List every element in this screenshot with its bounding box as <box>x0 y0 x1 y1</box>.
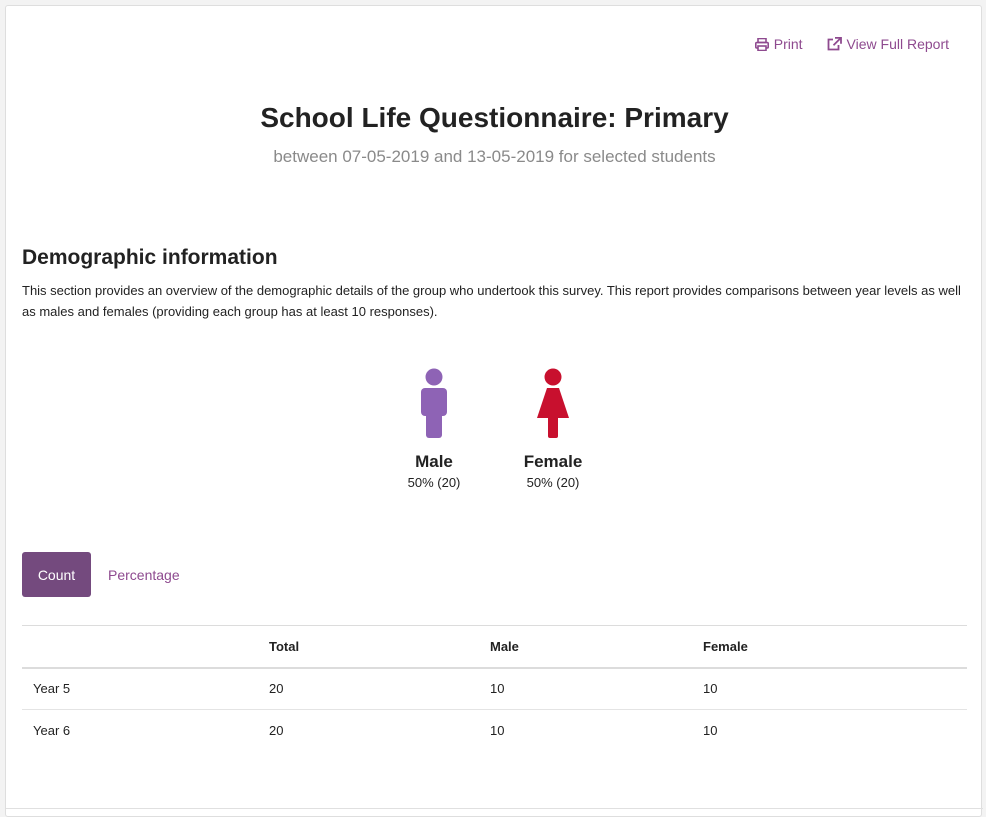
male-summary: Male 50% (20) <box>384 368 484 490</box>
table-row: Year 5 20 10 10 <box>22 668 967 710</box>
view-full-report-link[interactable]: View Full Report <box>827 36 949 52</box>
count-percentage-toggle: Count Percentage <box>22 552 180 597</box>
table-row: Year 6 20 10 10 <box>22 710 967 752</box>
divider <box>6 808 983 809</box>
header-cell-blank <box>22 626 258 668</box>
male-label: Male <box>415 452 453 471</box>
section-description: This section provides an overview of the… <box>22 283 961 319</box>
demographics-table: Total Male Female Year 5 20 10 10 Year 6… <box>22 625 967 752</box>
page-subtitle: between 07-05-2019 and 13-05-2019 for se… <box>273 147 716 166</box>
section-heading: Demographic information <box>22 246 278 269</box>
header-cell-total: Total <box>269 638 300 654</box>
row-label: Year 5 <box>33 681 71 697</box>
table-header-row: Total Male Female <box>22 625 967 668</box>
male-cell: 10 <box>490 723 505 739</box>
page-title: School Life Questionnaire: Primary <box>260 102 729 133</box>
print-link[interactable]: Print <box>754 36 803 52</box>
female-value: 50% (20) <box>526 475 580 490</box>
header-cell-male: Male <box>490 638 519 654</box>
female-cell: 10 <box>703 681 718 697</box>
female-summary: Female 50% (20) <box>503 368 603 490</box>
female-cell: 10 <box>703 723 718 739</box>
printer-icon <box>754 37 769 51</box>
male-value: 50% (20) <box>407 475 461 490</box>
print-label: Print <box>773 36 803 52</box>
female-person-icon <box>537 368 569 438</box>
header-cell-female: Female <box>703 638 748 654</box>
row-label: Year 6 <box>33 723 71 739</box>
count-button[interactable]: Count <box>22 552 91 597</box>
male-person-icon <box>421 368 447 438</box>
external-link-icon <box>827 37 842 51</box>
view-full-report-label: View Full Report <box>846 36 949 52</box>
total-cell: 20 <box>269 681 284 697</box>
male-cell: 10 <box>490 681 505 697</box>
report-actions: Print View Full Report <box>754 36 949 52</box>
percentage-button[interactable]: Percentage <box>108 567 180 583</box>
report-card: Print View Full Report School Life Quest… <box>5 5 983 817</box>
female-label: Female <box>523 452 583 471</box>
total-cell: 20 <box>269 723 284 739</box>
